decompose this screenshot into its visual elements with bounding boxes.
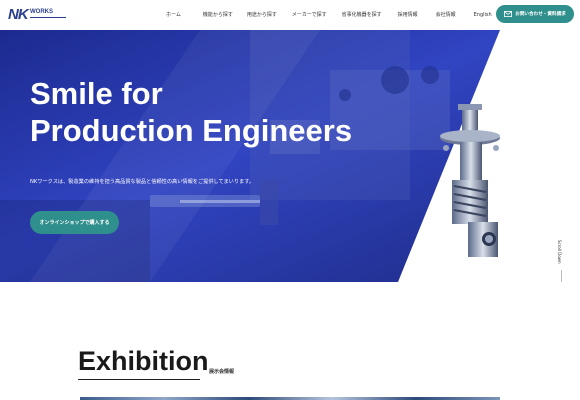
- contact-button[interactable]: お問い合わせ・資料請求: [496, 5, 574, 23]
- scroll-down-label: Scroll Down: [557, 240, 562, 264]
- online-shop-button[interactable]: オンラインショップで購入する: [30, 211, 119, 234]
- exhibition-title: Exhibition: [78, 346, 209, 376]
- hero-title-line-1: Smile for: [30, 76, 163, 111]
- nav-item-recruit[interactable]: 採用情報: [398, 0, 418, 30]
- contact-button-label: お問い合わせ・資料請求: [515, 12, 566, 17]
- nav-item-by-function[interactable]: 機能から探す: [203, 0, 233, 30]
- scroll-down-line: [561, 270, 562, 282]
- logo-word: WORKS: [30, 9, 53, 15]
- logo-mark: NK: [8, 6, 29, 23]
- logo-underline: [30, 17, 66, 18]
- hero-section: Smile for Production Engineers NKワークスは、製…: [0, 30, 580, 282]
- nav-item-english[interactable]: English: [474, 0, 492, 30]
- main-nav: ホーム 機能から探す 用途から探す メーカーで探す 省事化機器を探す 採用情報 …: [166, 0, 492, 30]
- exhibition-section: Exhibition 展示会情報: [0, 282, 580, 400]
- hero-title-line-2: Production Engineers: [30, 113, 353, 148]
- hero-title: Smile for Production Engineers: [30, 75, 352, 149]
- nav-item-by-use[interactable]: 用途から探す: [247, 0, 277, 30]
- scroll-down-indicator[interactable]: Scroll Down: [557, 240, 565, 282]
- nk-works-logo[interactable]: NK WORKS: [8, 6, 66, 24]
- nav-item-company[interactable]: 会社情報: [436, 0, 456, 30]
- hero-background-image: [0, 30, 500, 282]
- mail-icon: [504, 11, 513, 17]
- site-header: NK WORKS ホーム 機能から探す 用途から探す メーカーで探す 省事化機器…: [0, 0, 580, 30]
- nav-item-labor-saving[interactable]: 省事化機器を探す: [342, 0, 382, 30]
- nav-item-home[interactable]: ホーム: [166, 0, 181, 30]
- exhibition-title-underline: [78, 379, 200, 380]
- exhibition-subtitle: 展示会情報: [209, 369, 235, 375]
- nav-item-by-maker[interactable]: メーカーで探す: [292, 0, 327, 30]
- hero-subtitle: NKワークスは、製造業の維持を担う高品質な製品と信頼性の高い情報をご提供してまい…: [30, 179, 255, 185]
